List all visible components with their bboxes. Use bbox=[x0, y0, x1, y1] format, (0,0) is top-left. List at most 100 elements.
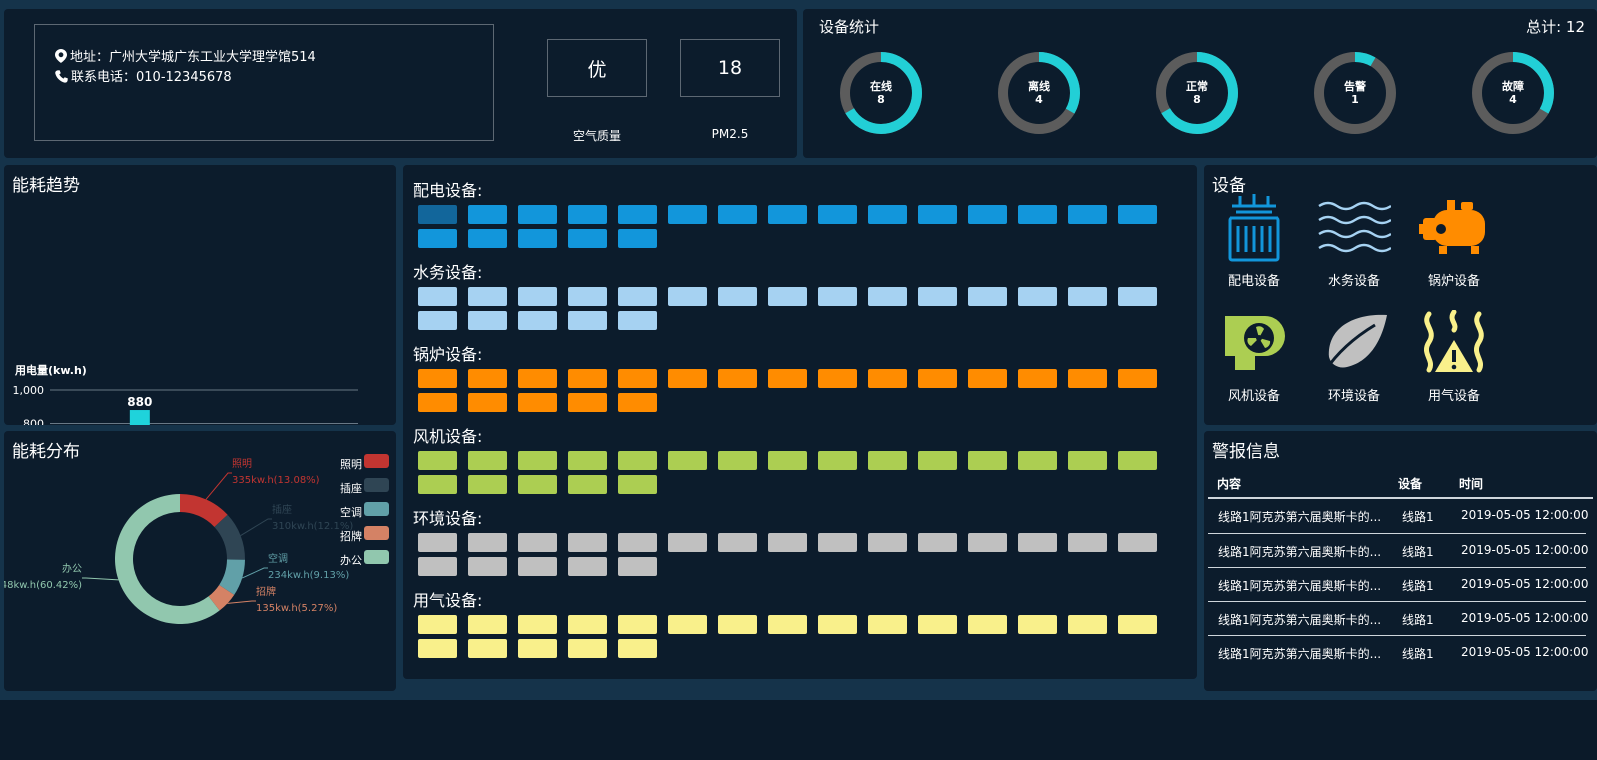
device-tile[interactable] bbox=[718, 205, 757, 224]
device-tile[interactable] bbox=[968, 451, 1007, 470]
device-tile[interactable] bbox=[818, 287, 857, 306]
device-tile[interactable] bbox=[818, 533, 857, 552]
device-tile[interactable] bbox=[968, 205, 1007, 224]
device-tile[interactable] bbox=[518, 533, 557, 552]
device-gas-warning-button[interactable]: 用气设备 bbox=[1411, 307, 1497, 404]
device-tile[interactable] bbox=[818, 369, 857, 388]
device-tile[interactable] bbox=[568, 311, 607, 330]
device-tile[interactable] bbox=[768, 451, 807, 470]
device-tile[interactable] bbox=[1118, 369, 1157, 388]
device-tile[interactable] bbox=[468, 205, 507, 224]
device-tile[interactable] bbox=[518, 393, 557, 412]
device-tile[interactable] bbox=[418, 533, 457, 552]
device-tile[interactable] bbox=[518, 205, 557, 224]
device-tile[interactable] bbox=[568, 393, 607, 412]
device-tile[interactable] bbox=[468, 369, 507, 388]
device-tile[interactable] bbox=[468, 451, 507, 470]
device-tile[interactable] bbox=[568, 205, 607, 224]
device-tile[interactable] bbox=[468, 557, 507, 576]
device-tile[interactable] bbox=[868, 287, 907, 306]
device-tile[interactable] bbox=[1018, 615, 1057, 634]
device-tile[interactable] bbox=[718, 533, 757, 552]
legend-item[interactable]: 照明 bbox=[340, 454, 389, 472]
device-tile[interactable] bbox=[918, 287, 957, 306]
device-tile[interactable] bbox=[418, 557, 457, 576]
device-tile[interactable] bbox=[518, 311, 557, 330]
device-tile[interactable] bbox=[568, 533, 607, 552]
device-tile[interactable] bbox=[518, 287, 557, 306]
device-tile[interactable] bbox=[418, 205, 457, 224]
device-tile[interactable] bbox=[518, 557, 557, 576]
device-tile[interactable] bbox=[518, 615, 557, 634]
alarm-row[interactable]: 线路1阿克苏第六届奥斯卡的... 线路1 2019-05-05 12:00:00 bbox=[1208, 499, 1588, 532]
device-tile[interactable] bbox=[968, 369, 1007, 388]
device-tile[interactable] bbox=[518, 369, 557, 388]
device-tile[interactable] bbox=[868, 369, 907, 388]
device-tile[interactable] bbox=[718, 369, 757, 388]
device-tile[interactable] bbox=[1118, 287, 1157, 306]
device-tile[interactable] bbox=[618, 615, 657, 634]
device-tile[interactable] bbox=[418, 369, 457, 388]
device-tile[interactable] bbox=[718, 615, 757, 634]
device-tile[interactable] bbox=[868, 451, 907, 470]
device-tile[interactable] bbox=[618, 557, 657, 576]
device-tile[interactable] bbox=[418, 393, 457, 412]
alarm-row[interactable]: 线路1阿克苏第六届奥斯卡的... 线路1 2019-05-05 12:00:00 bbox=[1208, 635, 1588, 669]
device-tile[interactable] bbox=[1118, 451, 1157, 470]
device-tile[interactable] bbox=[468, 229, 507, 248]
device-tile[interactable] bbox=[968, 615, 1007, 634]
device-tile[interactable] bbox=[418, 311, 457, 330]
device-tile[interactable] bbox=[868, 615, 907, 634]
device-tile[interactable] bbox=[468, 287, 507, 306]
device-tile[interactable] bbox=[968, 287, 1007, 306]
device-tile[interactable] bbox=[918, 451, 957, 470]
device-tile[interactable] bbox=[518, 229, 557, 248]
legend-item[interactable]: 办公 bbox=[340, 550, 389, 568]
device-tile[interactable] bbox=[568, 287, 607, 306]
device-tile[interactable] bbox=[718, 451, 757, 470]
device-tile[interactable] bbox=[1018, 533, 1057, 552]
device-tile[interactable] bbox=[768, 205, 807, 224]
device-tile[interactable] bbox=[418, 287, 457, 306]
device-tile[interactable] bbox=[918, 533, 957, 552]
device-tile[interactable] bbox=[568, 639, 607, 658]
device-tile[interactable] bbox=[568, 475, 607, 494]
device-tile[interactable] bbox=[1068, 615, 1107, 634]
device-tile[interactable] bbox=[1118, 205, 1157, 224]
device-tile[interactable] bbox=[868, 205, 907, 224]
device-tile[interactable] bbox=[768, 287, 807, 306]
device-boiler-button[interactable]: 锅炉设备 bbox=[1411, 192, 1497, 289]
device-tile[interactable] bbox=[468, 475, 507, 494]
device-water-waves-button[interactable]: 水务设备 bbox=[1311, 192, 1397, 289]
device-tile[interactable] bbox=[418, 475, 457, 494]
device-tile[interactable] bbox=[618, 533, 657, 552]
device-tile[interactable] bbox=[468, 615, 507, 634]
device-tile[interactable] bbox=[618, 229, 657, 248]
device-tile[interactable] bbox=[768, 369, 807, 388]
legend-item[interactable]: 空调 bbox=[340, 502, 389, 520]
device-tile[interactable] bbox=[618, 639, 657, 658]
device-tile[interactable] bbox=[568, 369, 607, 388]
device-power-distribution-button[interactable]: 配电设备 bbox=[1211, 192, 1297, 289]
device-tile[interactable] bbox=[1118, 533, 1157, 552]
device-tile[interactable] bbox=[668, 205, 707, 224]
device-tile[interactable] bbox=[518, 639, 557, 658]
device-tile[interactable] bbox=[618, 475, 657, 494]
device-tile[interactable] bbox=[618, 369, 657, 388]
device-tile[interactable] bbox=[418, 451, 457, 470]
device-tile[interactable] bbox=[618, 287, 657, 306]
legend-item[interactable]: 招牌 bbox=[340, 526, 389, 544]
device-tile[interactable] bbox=[518, 475, 557, 494]
device-tile[interactable] bbox=[1068, 369, 1107, 388]
device-tile[interactable] bbox=[568, 557, 607, 576]
device-tile[interactable] bbox=[918, 615, 957, 634]
device-tile[interactable] bbox=[468, 533, 507, 552]
device-tile[interactable] bbox=[418, 615, 457, 634]
alarm-row[interactable]: 线路1阿克苏第六届奥斯卡的... 线路1 2019-05-05 12:00:00 bbox=[1208, 601, 1588, 635]
device-tile[interactable] bbox=[1068, 287, 1107, 306]
device-tile[interactable] bbox=[568, 615, 607, 634]
device-tile[interactable] bbox=[1018, 205, 1057, 224]
device-tile[interactable] bbox=[718, 287, 757, 306]
device-tile[interactable] bbox=[618, 393, 657, 412]
device-tile[interactable] bbox=[1068, 533, 1107, 552]
